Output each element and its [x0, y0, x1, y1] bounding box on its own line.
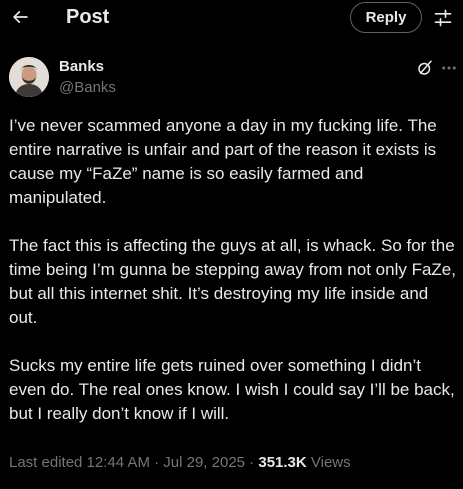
author-handle[interactable]: @Banks [59, 79, 116, 97]
meta-separator: · [149, 454, 164, 471]
back-button[interactable] [6, 3, 34, 31]
avatar[interactable] [9, 57, 49, 97]
page-title: Post [66, 6, 110, 28]
reply-button[interactable]: Reply [350, 2, 422, 33]
more-dots-icon [442, 66, 456, 70]
tweet-text: I’ve never scammed anyone a day in my fu… [9, 114, 459, 426]
grok-button[interactable] [414, 57, 436, 79]
author-display-name[interactable]: Banks [59, 58, 104, 76]
tweet-metadata: Last edited 12:44 AM · Jul 29, 2025 · 35… [9, 453, 351, 473]
tweet-paragraph: Sucks my entire life gets ruined over so… [9, 356, 460, 423]
tweet-paragraph: The fact this is affecting the guys at a… [9, 236, 461, 327]
top-bar: Post Reply [0, 0, 463, 36]
views-count: 351.3K [258, 454, 307, 471]
edited-time-link[interactable]: Last edited 12:44 AM [9, 454, 150, 471]
grok-icon [418, 60, 432, 75]
post-date-link[interactable]: Jul 29, 2025 [163, 454, 245, 471]
sliders-icon [434, 9, 452, 27]
avatar-photo [9, 57, 49, 97]
tweet-paragraph: I’ve never scammed anyone a day in my fu… [9, 116, 442, 207]
views-label: Views [306, 454, 351, 471]
more-options-button[interactable] [438, 57, 460, 79]
settings-button[interactable] [430, 5, 456, 31]
meta-separator: · [245, 454, 259, 471]
arrow-left-icon [12, 10, 28, 24]
